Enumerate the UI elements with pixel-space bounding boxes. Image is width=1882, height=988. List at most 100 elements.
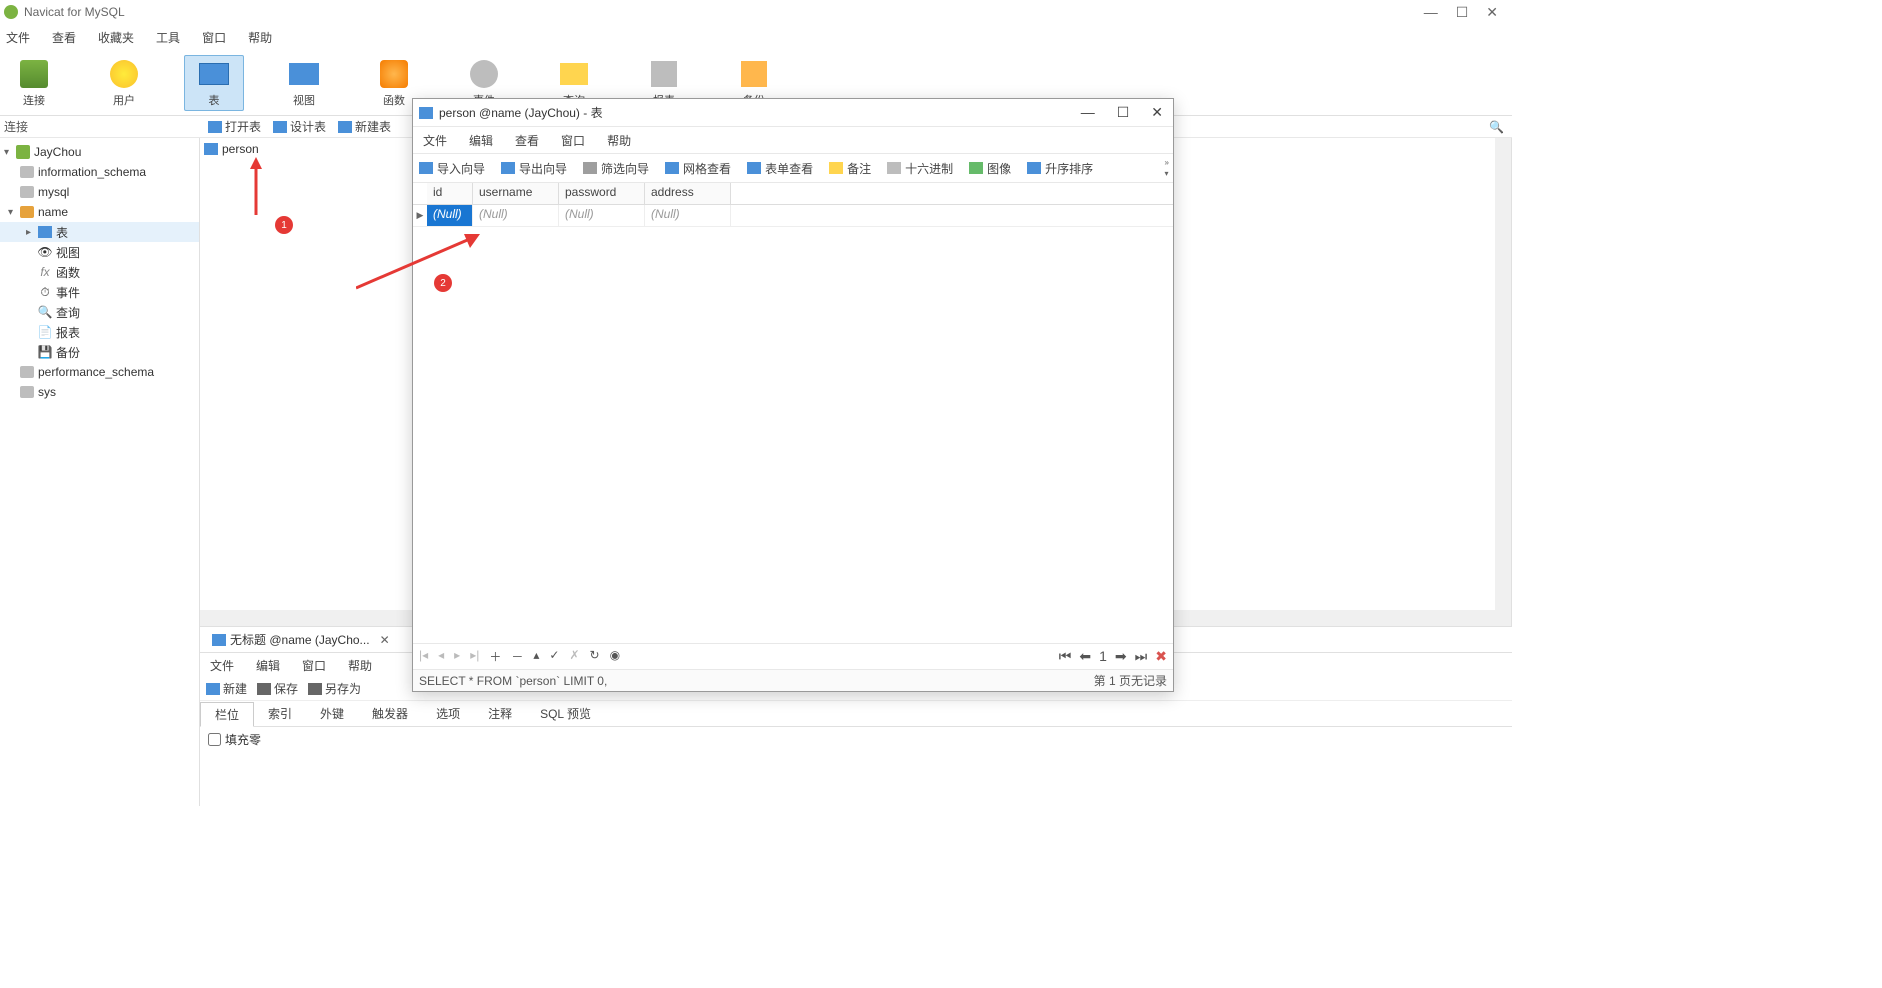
zerofill-input[interactable] <box>208 733 221 746</box>
zerofill-checkbox[interactable]: 填充零 <box>208 731 1504 748</box>
btool-save[interactable]: 保存 <box>257 680 298 697</box>
tree-tables[interactable]: ▸表 <box>0 222 199 242</box>
menu-window[interactable]: 窗口 <box>202 29 226 46</box>
swtool-import[interactable]: 导入向导 <box>419 160 485 177</box>
col-username[interactable]: username <box>473 183 559 204</box>
subwin-maximize[interactable]: ☐ <box>1117 104 1130 121</box>
col-address[interactable]: address <box>645 183 731 204</box>
menu-file[interactable]: 文件 <box>6 29 30 46</box>
search-icon[interactable]: 🔍 <box>1489 120 1512 134</box>
dtab-fk[interactable]: 外键 <box>306 701 358 726</box>
cell-password[interactable]: (Null) <box>559 205 645 226</box>
tree-db-mysql[interactable]: mysql <box>0 182 199 202</box>
scrollbar-vertical[interactable] <box>1495 138 1511 626</box>
cell-username[interactable]: (Null) <box>473 205 559 226</box>
nav-first[interactable]: |◂ <box>419 648 428 665</box>
tab-icon <box>212 634 226 646</box>
database-icon <box>20 386 34 398</box>
bmenu-window[interactable]: 窗口 <box>302 657 326 674</box>
bmenu-edit[interactable]: 编辑 <box>256 657 280 674</box>
event-icon: ⏱ <box>38 285 52 299</box>
nav-cancel[interactable]: ✗ <box>569 648 579 665</box>
tree-db-sys[interactable]: sys <box>0 382 199 402</box>
tab-close-button[interactable]: ✕ <box>380 633 390 647</box>
tree-db-info[interactable]: information_schema <box>0 162 199 182</box>
bmenu-help[interactable]: 帮助 <box>348 657 372 674</box>
cell-address[interactable]: (Null) <box>645 205 731 226</box>
nav-up[interactable]: ▴ <box>533 648 539 665</box>
btool-saveas[interactable]: 另存为 <box>308 680 361 697</box>
dtab-options[interactable]: 选项 <box>422 701 474 726</box>
nav-stop[interactable]: ◉ <box>610 648 620 665</box>
page-next[interactable]: ➡ <box>1115 648 1127 665</box>
open-table-button[interactable]: 打开表 <box>208 118 261 135</box>
page-prev[interactable]: ⬅ <box>1079 648 1091 665</box>
swtool-hex[interactable]: 十六进制 <box>887 160 953 177</box>
nav-prev[interactable]: ◂ <box>438 648 444 665</box>
design-table-icon <box>273 121 287 133</box>
dtab-triggers[interactable]: 触发器 <box>358 701 422 726</box>
subwin-minimize[interactable]: — <box>1081 104 1095 121</box>
swtool-grid[interactable]: 网格查看 <box>665 160 731 177</box>
expand-arrow-icon[interactable]: ▾ <box>8 207 20 218</box>
dtab-comments[interactable]: 注释 <box>474 701 526 726</box>
nav-delete[interactable]: － <box>511 648 523 665</box>
expand-arrow-icon[interactable]: ▾ <box>4 147 16 158</box>
maximize-button[interactable]: ☐ <box>1456 4 1469 21</box>
bottom-tab[interactable]: 无标题 @name (JayCho... ✕ <box>204 627 398 652</box>
design-table-button[interactable]: 设计表 <box>273 118 326 135</box>
menu-help[interactable]: 帮助 <box>248 29 272 46</box>
col-password[interactable]: password <box>559 183 645 204</box>
tree-functions[interactable]: fx函数 <box>0 262 199 282</box>
tree-reports[interactable]: 📄报表 <box>0 322 199 342</box>
nav-last[interactable]: ▸| <box>470 648 479 665</box>
nav-next[interactable]: ▸ <box>454 648 460 665</box>
new-table-button[interactable]: 新建表 <box>338 118 391 135</box>
nav-add[interactable]: ＋ <box>489 648 501 665</box>
close-button[interactable]: ✕ <box>1486 4 1498 21</box>
tree-backup[interactable]: 💾备份 <box>0 342 199 362</box>
dtab-sql[interactable]: SQL 预览 <box>526 701 605 726</box>
swmenu-edit[interactable]: 编辑 <box>469 132 493 149</box>
nav-refresh[interactable]: ↻ <box>590 648 600 665</box>
dtab-indexes[interactable]: 索引 <box>254 701 306 726</box>
btool-new[interactable]: 新建 <box>206 680 247 697</box>
page-last[interactable]: ⏭ <box>1135 648 1148 665</box>
tb-table[interactable]: 表 <box>184 55 244 111</box>
tree-db-name[interactable]: ▾name <box>0 202 199 222</box>
swtool-export[interactable]: 导出向导 <box>501 160 567 177</box>
tree-events[interactable]: ⏱事件 <box>0 282 199 302</box>
bmenu-file[interactable]: 文件 <box>210 657 234 674</box>
tb-connection[interactable]: 连接 <box>4 58 64 108</box>
swtool-image[interactable]: 图像 <box>969 160 1011 177</box>
menu-tools[interactable]: 工具 <box>156 29 180 46</box>
subwin-titlebar[interactable]: person @name (JayChou) - 表 — ☐ ✕ <box>413 99 1173 127</box>
tree-queries[interactable]: 🔍查询 <box>0 302 199 322</box>
subwin-close[interactable]: ✕ <box>1151 104 1163 121</box>
tree-conn[interactable]: ▾ JayChou <box>0 142 199 162</box>
menu-favorites[interactable]: 收藏夹 <box>98 29 134 46</box>
toolbar-overflow[interactable]: »▾ <box>1165 154 1169 182</box>
tb-view[interactable]: 视图 <box>274 58 334 108</box>
swmenu-window[interactable]: 窗口 <box>561 132 585 149</box>
page-settings-icon[interactable]: ✖ <box>1155 648 1167 665</box>
tree-db-perf[interactable]: performance_schema <box>0 362 199 382</box>
tree-views[interactable]: 👁视图 <box>0 242 199 262</box>
col-id[interactable]: id <box>427 183 473 204</box>
tb-user[interactable]: 用户 <box>94 58 154 108</box>
minimize-button[interactable]: — <box>1424 4 1438 21</box>
swtool-sort[interactable]: 升序排序 <box>1027 160 1093 177</box>
swtool-filter[interactable]: 筛选向导 <box>583 160 649 177</box>
swmenu-file[interactable]: 文件 <box>423 132 447 149</box>
page-first[interactable]: ⏮ <box>1059 648 1072 665</box>
swmenu-help[interactable]: 帮助 <box>607 132 631 149</box>
nav-post[interactable]: ✓ <box>549 648 559 665</box>
grid-row[interactable]: ▶ (Null) (Null) (Null) (Null) <box>413 205 1173 227</box>
swtool-form[interactable]: 表单查看 <box>747 160 813 177</box>
cell-id[interactable]: (Null) <box>427 205 473 226</box>
swmenu-view[interactable]: 查看 <box>515 132 539 149</box>
dtab-fields[interactable]: 栏位 <box>200 702 254 727</box>
expand-arrow-icon[interactable]: ▸ <box>26 227 38 238</box>
menu-view[interactable]: 查看 <box>52 29 76 46</box>
swtool-memo[interactable]: 备注 <box>829 160 871 177</box>
